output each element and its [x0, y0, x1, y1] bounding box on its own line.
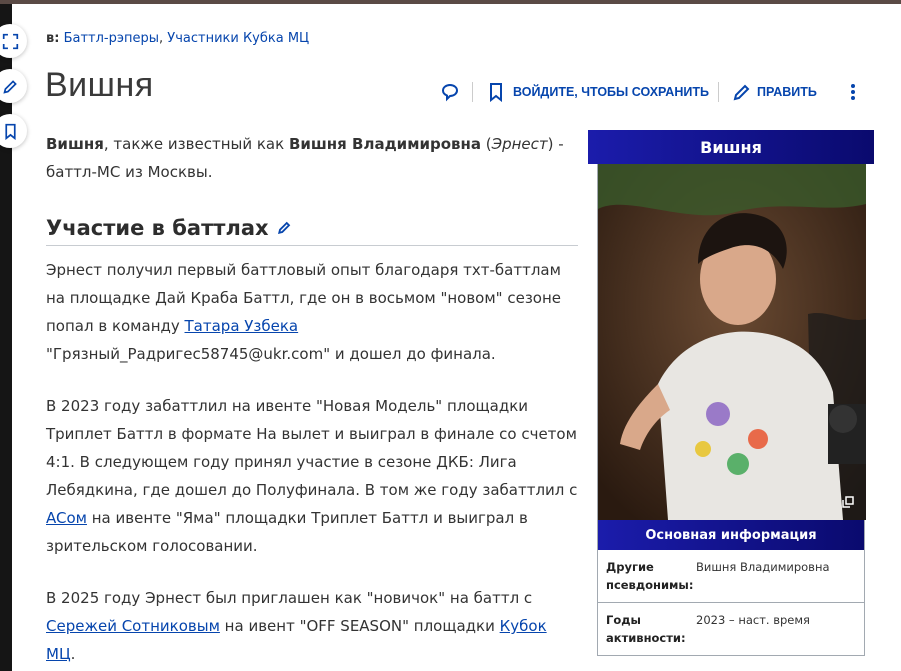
photo-illustration [598, 164, 866, 520]
expand-icon [2, 33, 18, 49]
infobox-row: Годы активности: 2023 – наст. время [598, 603, 864, 656]
left-rail [0, 4, 12, 671]
bookmark-icon [490, 83, 502, 102]
pencil-icon [733, 84, 750, 101]
edit-rail-button[interactable] [0, 69, 27, 103]
toolbar-separator [718, 82, 719, 102]
save-label: ВОЙДИТЕ, ЧТОБЫ СОХРАНИТЬ [513, 85, 709, 99]
infobox-subtitle: Основная информация [598, 520, 864, 550]
pencil-icon [2, 79, 17, 94]
infobox-photo[interactable] [598, 164, 866, 520]
page-title: Вишня [45, 66, 154, 104]
paragraph-3: В 2025 году Эрнест был приглашен как "но… [46, 589, 547, 663]
link-acom[interactable]: ACом [46, 509, 87, 527]
top-image-strip [0, 0, 901, 4]
section-heading: Участие в баттлах [46, 210, 578, 246]
save-button[interactable]: ВОЙДИТЕ, ЧТОБЫ СОХРАНИТЬ [486, 80, 709, 104]
intro-paragraph: Вишня, также известный как Вишня Владими… [46, 135, 564, 181]
edit-button[interactable]: ПРАВИТЬ [732, 80, 817, 104]
comment-icon [441, 83, 459, 102]
expand-button[interactable] [0, 24, 27, 58]
paragraph-1: Эрнест получил первый баттловый опыт бла… [46, 261, 562, 363]
categories-prefix: в: [46, 31, 60, 46]
bold-alias: Вишня Владимировна [288, 135, 481, 153]
toolbar-separator [472, 82, 473, 102]
paragraph-2: В 2023 году забаттлил на ивенте "Новая М… [46, 397, 578, 555]
infobox: Вишня Основная информация Другие псевдон… [588, 130, 874, 656]
categories-bar: в: Баттл-рэперы, Участники Кубка МЦ [46, 31, 310, 46]
link-tatar-uzbek[interactable]: Татара Узбека [185, 317, 299, 335]
infobox-row: Другие псевдонимы: Вишня Владимировна [598, 550, 864, 603]
bookmark-rail-button[interactable] [0, 114, 27, 148]
infobox-body: Основная информация Другие псевдонимы: В… [597, 164, 866, 656]
edit-label: ПРАВИТЬ [757, 85, 817, 99]
bookmark-icon [4, 123, 16, 140]
category-link[interactable]: Участники Кубка МЦ [167, 31, 309, 46]
more-icon [851, 84, 855, 100]
more-button[interactable] [843, 80, 863, 104]
infobox-title: Вишня [588, 130, 874, 164]
italic-real-name: Эрнест [491, 135, 548, 153]
edit-section-icon[interactable] [277, 220, 292, 235]
comments-button[interactable] [440, 80, 460, 104]
bold-name: Вишня [46, 135, 104, 153]
category-link[interactable]: Баттл-рэперы [64, 31, 159, 46]
link-sotnikov[interactable]: Сережей Сотниковым [46, 617, 220, 635]
enlarge-icon[interactable] [842, 496, 854, 508]
